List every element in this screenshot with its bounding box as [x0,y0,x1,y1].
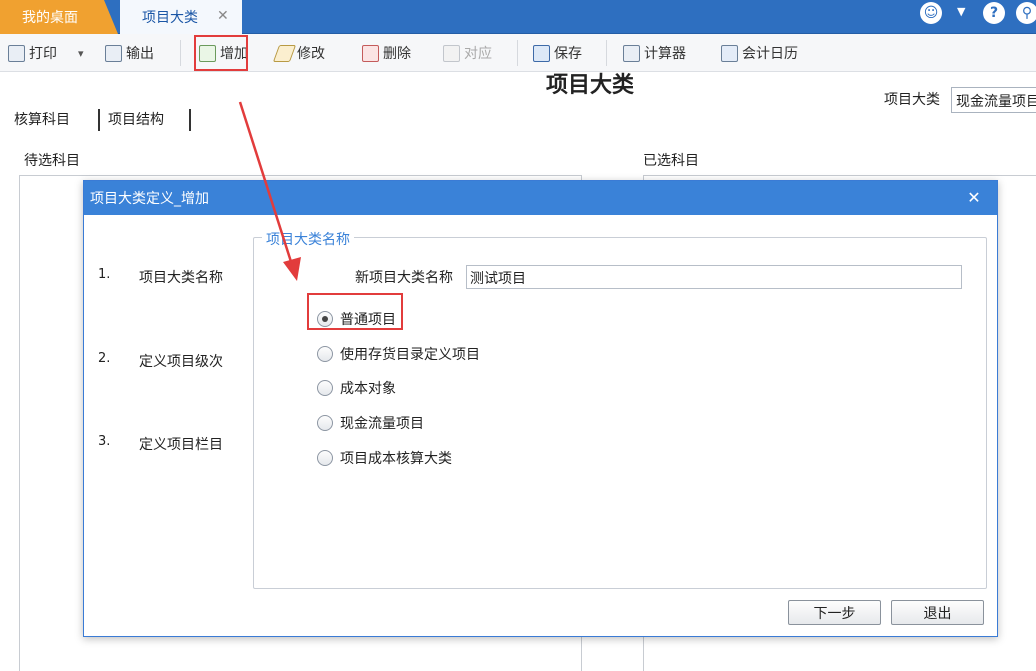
group-legend: 项目大类名称 [262,229,354,249]
calendar-label: 会计日历 [742,46,798,62]
radio-label: 使用存货目录定义项目 [340,347,480,363]
radio-label: 成本对象 [340,381,396,397]
step-label: 定义项目栏目 [139,437,223,453]
tab-accounting-subjects[interactable]: 核算科目 [14,110,70,134]
radio-label: 现金流量项目 [340,416,424,432]
step-label: 项目大类名称 [139,270,223,286]
delete-icon [362,44,379,62]
toolbar-divider [517,40,518,66]
step-2: 2. 定义项目级次 [84,351,244,371]
step-number: 3. [98,434,111,449]
subtab-divider [189,109,191,131]
selected-subjects-label: 已选科目 [643,153,699,169]
category-select[interactable]: 现金流量项目 [951,87,1036,113]
radio-cash-flow[interactable]: 现金流量项目 [317,413,424,433]
calculator-icon [623,44,640,62]
delete-button[interactable]: 删除 [362,42,411,64]
pencil-icon [272,44,297,62]
export-label: 输出 [126,46,154,62]
radio-unchecked-icon [317,346,333,362]
chevron-down-icon[interactable]: ▼ [957,6,969,18]
calculator-button[interactable]: 计算器 [623,42,686,64]
step-1: 1. 项目大类名称 [84,267,244,287]
top-tab-bar: 我的桌面 项目大类 ✕ ☺ ▼ ? ⚲ [0,0,1036,34]
next-button[interactable]: 下一步 [788,600,881,625]
match-icon [443,44,460,62]
new-category-name-input[interactable]: 测试项目 [466,265,962,289]
match-label: 对应 [464,46,492,62]
new-category-name-label: 新项目大类名称 [355,270,453,286]
step-label: 定义项目级次 [139,354,223,370]
toolbar-divider [606,40,607,66]
printer-icon [8,44,25,62]
match-button[interactable]: 对应 [443,42,492,64]
radio-inventory-catalog[interactable]: 使用存货目录定义项目 [317,344,480,364]
toolbar-divider [180,40,181,66]
calendar-icon [721,44,738,62]
toolbar: 打印 ▾ 输出 增加 修改 删除 对应 保存 计算器 会计日历 [0,34,1036,72]
tab-my-desktop[interactable]: 我的桌面 [0,0,118,34]
smiley-icon[interactable]: ☺ [920,2,942,24]
floppy-icon [533,44,550,62]
subtab-divider [98,109,100,131]
available-subjects-label: 待选科目 [24,153,80,169]
dialog-title: 项目大类定义_增加 [90,191,209,207]
delete-label: 删除 [383,46,411,62]
print-label: 打印 [29,46,57,62]
step-number: 2. [98,351,111,366]
tab-project-structure[interactable]: 项目结构 [108,110,164,134]
print-dropdown-icon[interactable]: ▾ [78,42,84,64]
step-3: 3. 定义项目栏目 [84,434,244,454]
help-icon[interactable]: ? [983,2,1005,24]
save-button[interactable]: 保存 [533,42,582,64]
radio-cost-object[interactable]: 成本对象 [317,378,396,398]
category-label: 项目大类 [884,92,940,108]
edit-button[interactable]: 修改 [272,42,325,64]
radio-unchecked-icon [317,415,333,431]
project-category-dialog: 项目大类定义_增加 ✕ 1. 项目大类名称 2. 定义项目级次 3. 定义项目栏… [83,180,998,637]
save-label: 保存 [554,46,582,62]
user-icon[interactable]: ⚲ [1016,2,1036,24]
exit-button[interactable]: 退出 [891,600,984,625]
radio-label: 项目成本核算大类 [340,451,452,467]
export-button[interactable]: 输出 [105,42,154,64]
calendar-button[interactable]: 会计日历 [721,42,798,64]
close-icon[interactable]: ✕ [965,188,983,208]
radio-project-cost-accounting[interactable]: 项目成本核算大类 [317,448,452,468]
print-button[interactable]: 打印 [8,42,57,64]
calculator-label: 计算器 [644,46,686,62]
radio-unchecked-icon [317,380,333,396]
edit-label: 修改 [297,46,325,62]
add-button-highlight [194,35,248,71]
radio-highlight-box [307,293,403,330]
dialog-header: 项目大类定义_增加 ✕ [84,181,997,215]
page-title: 项目大类 [546,73,635,98]
step-number: 1. [98,267,111,282]
radio-unchecked-icon [317,450,333,466]
tab-close-icon[interactable]: ✕ [217,7,231,25]
export-icon [105,44,122,62]
